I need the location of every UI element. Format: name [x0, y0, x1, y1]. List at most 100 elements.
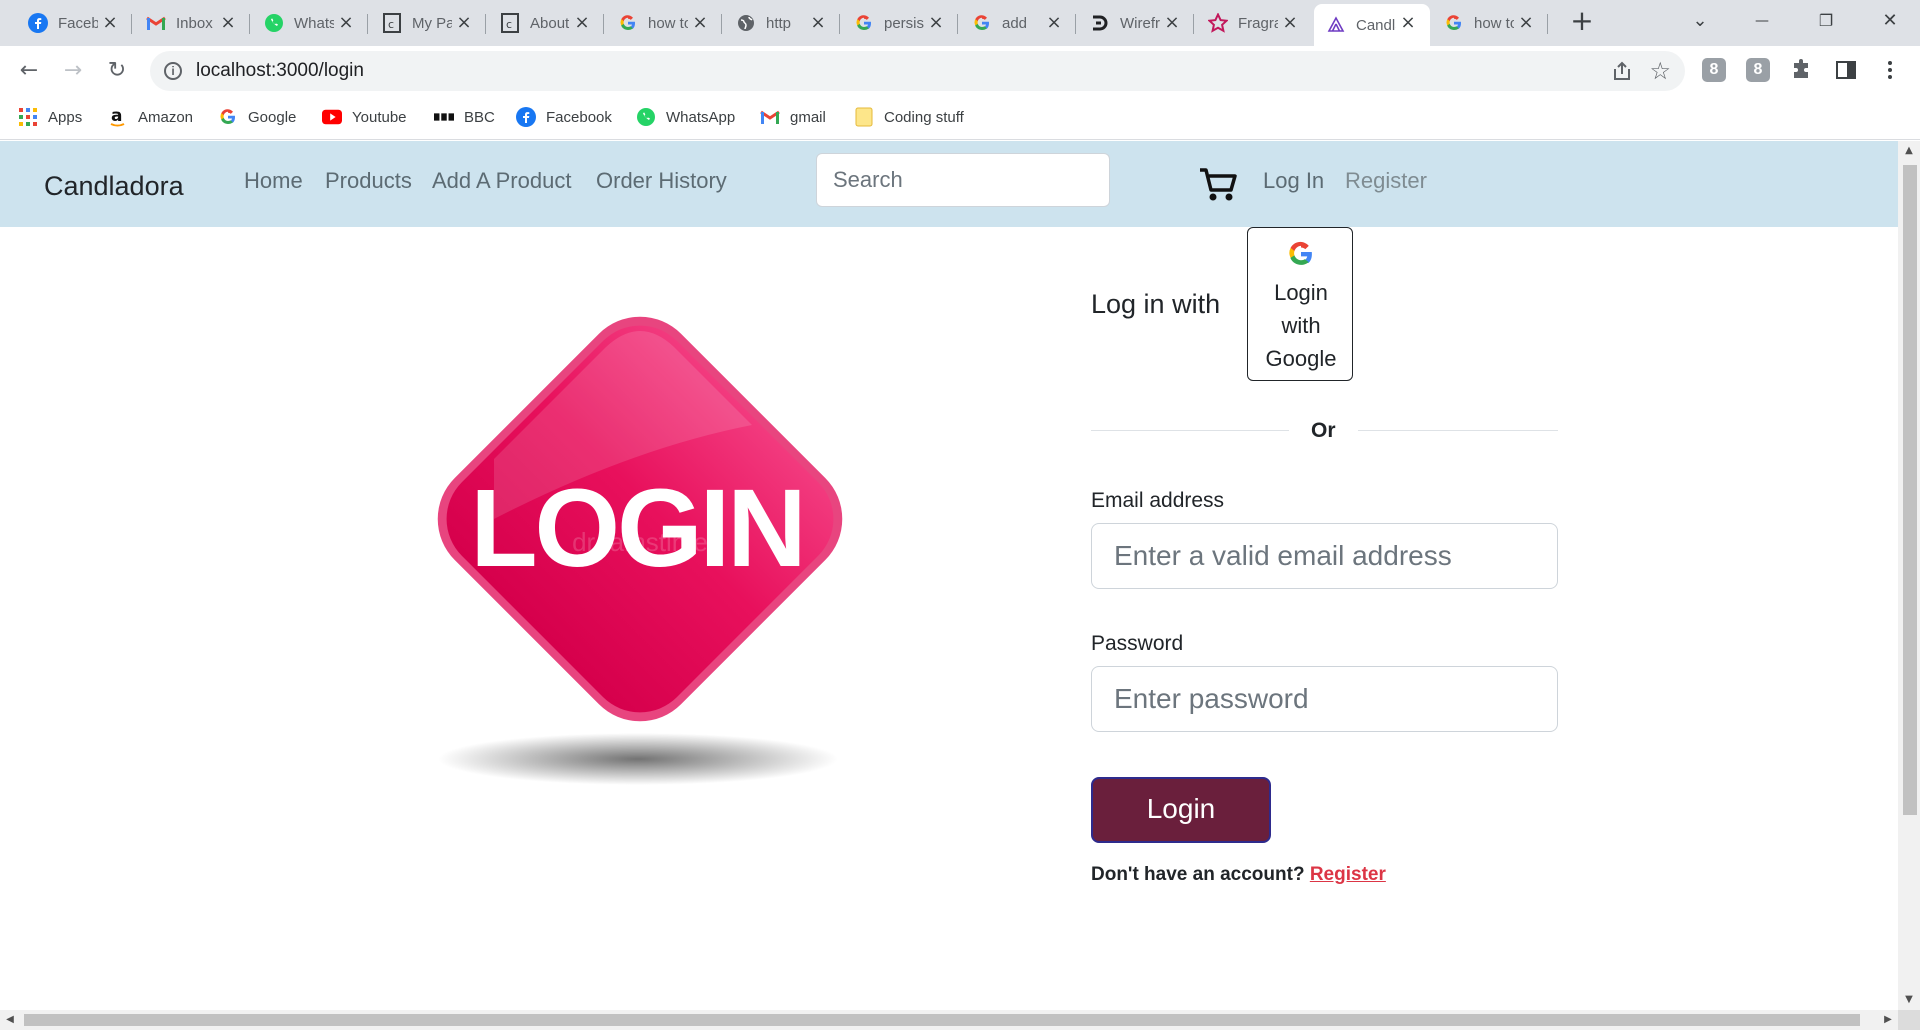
extension-icon[interactable]: 8: [1702, 58, 1726, 82]
bookmark-facebook[interactable]: Facebook: [516, 104, 612, 130]
restore-button[interactable]: ❐: [1806, 6, 1846, 36]
tab-how-to-2[interactable]: how to ×: [1432, 4, 1548, 42]
bookmark-label: Facebook: [546, 108, 612, 126]
amazon-icon: a: [108, 107, 128, 127]
scroll-down-arrow-icon[interactable]: ▼: [1898, 990, 1920, 1010]
close-icon[interactable]: ×: [1044, 13, 1064, 33]
or-divider-text: Or: [1311, 419, 1336, 442]
vertical-scrollbar[interactable]: ▲ ▼: [1898, 141, 1920, 1010]
close-icon[interactable]: ×: [1398, 13, 1418, 33]
bookmark-gmail[interactable]: gmail: [760, 104, 826, 130]
password-label: Password: [1091, 632, 1184, 655]
new-tab-button[interactable]: +: [1568, 7, 1596, 36]
register-prompt: Don't have an account? Register: [1091, 864, 1386, 886]
minimize-button[interactable]: —: [1742, 6, 1782, 36]
tab-fragrance[interactable]: Fragrance ×: [1196, 4, 1312, 42]
info-icon[interactable]: i: [164, 62, 182, 80]
tab-add[interactable]: add ×: [960, 4, 1076, 42]
apps-grid-icon: [18, 107, 38, 127]
tab-persist[interactable]: persist ×: [842, 4, 958, 42]
horizontal-scroll-thumb[interactable]: [24, 1014, 1860, 1026]
address-bar[interactable]: i localhost:3000/login ☆: [150, 51, 1685, 91]
bookmark-label: WhatsApp: [666, 108, 736, 126]
close-icon[interactable]: ×: [454, 13, 474, 33]
bookmark-coding-stuff[interactable]: Coding stuff: [854, 104, 964, 130]
bookmark-youtube[interactable]: Youtube: [322, 104, 407, 130]
share-icon[interactable]: [1611, 60, 1633, 82]
tab-title: how to: [1474, 14, 1514, 32]
vertical-scroll-thumb[interactable]: [1903, 165, 1917, 815]
close-icon[interactable]: ×: [1162, 13, 1182, 33]
close-icon[interactable]: ×: [100, 13, 120, 33]
close-icon[interactable]: ×: [572, 13, 592, 33]
tab-inbox[interactable]: Inbox ×: [134, 4, 250, 42]
bookmark-bbc[interactable]: BBC: [434, 104, 495, 130]
tab-about[interactable]: c About ×: [488, 4, 604, 42]
bbc-icon: [434, 107, 454, 127]
register-link[interactable]: Register: [1310, 864, 1386, 885]
login-submit-button[interactable]: Login: [1091, 777, 1271, 843]
search-input[interactable]: [817, 154, 1109, 206]
bookmark-amazon[interactable]: a Amazon: [108, 104, 193, 130]
search-field[interactable]: [816, 153, 1110, 207]
close-icon[interactable]: ×: [218, 13, 238, 33]
horizontal-scrollbar[interactable]: ◀ ▶: [0, 1010, 1898, 1030]
scroll-left-arrow-icon[interactable]: ◀: [0, 1010, 20, 1030]
nav-link-products[interactable]: Products: [325, 168, 412, 194]
close-icon[interactable]: ×: [808, 13, 828, 33]
scroll-right-arrow-icon[interactable]: ▶: [1878, 1010, 1898, 1030]
tab-wireframe[interactable]: Wireframe ×: [1078, 4, 1194, 42]
tab-search-button[interactable]: ⌄: [1680, 6, 1720, 36]
tab-title: Facebook: [58, 14, 98, 32]
close-icon[interactable]: ×: [336, 13, 356, 33]
nav-link-login[interactable]: Log In: [1263, 168, 1324, 194]
email-input[interactable]: [1092, 524, 1557, 588]
facebook-icon: [28, 13, 48, 33]
reload-button[interactable]: ↻: [102, 56, 132, 86]
google-login-label: Login with Google: [1248, 276, 1354, 375]
tab-separator: [1075, 14, 1076, 34]
extensions-puzzle-icon[interactable]: [1790, 58, 1814, 82]
menu-kebab-icon[interactable]: [1878, 58, 1902, 82]
tab-title: Inbox: [176, 14, 213, 32]
forward-button[interactable]: →: [58, 56, 88, 86]
close-icon[interactable]: ×: [1280, 13, 1300, 33]
nav-link-register[interactable]: Register: [1345, 168, 1427, 194]
extension-icon[interactable]: 8: [1746, 58, 1770, 82]
google-icon: [618, 13, 638, 33]
url-text[interactable]: localhost:3000/login: [196, 60, 364, 82]
google-login-button[interactable]: Login with Google: [1247, 227, 1353, 381]
close-icon[interactable]: ×: [1516, 13, 1536, 33]
tab-title: Fragrance: [1238, 14, 1278, 32]
cart-icon[interactable]: [1198, 165, 1238, 205]
tab-title: My Pages: [412, 14, 452, 32]
bookmark-star-icon[interactable]: ☆: [1649, 57, 1671, 85]
tab-separator: [131, 14, 132, 34]
back-button[interactable]: ←: [14, 56, 44, 86]
tab-candladora[interactable]: Candladora ×: [1314, 4, 1430, 46]
nav-link-add-product[interactable]: Add A Product: [432, 168, 571, 194]
bookmark-apps[interactable]: Apps: [18, 104, 82, 130]
password-field[interactable]: [1091, 666, 1558, 732]
nav-link-home[interactable]: Home: [244, 168, 303, 194]
tab-http[interactable]: http ×: [724, 4, 840, 42]
email-label: Email address: [1091, 489, 1225, 512]
tab-title: how to: [648, 14, 688, 32]
bookmark-google[interactable]: Google: [218, 104, 296, 130]
tab-my-pages[interactable]: c My Pages ×: [370, 4, 486, 42]
bookmark-whatsapp[interactable]: WhatsApp: [636, 104, 735, 130]
side-panel-icon[interactable]: [1834, 58, 1858, 82]
close-window-button[interactable]: ✕: [1870, 6, 1910, 36]
scrollbar-corner: [1898, 1010, 1920, 1030]
brand-logo[interactable]: Candladora: [44, 171, 184, 202]
tab-title: add: [1002, 14, 1028, 32]
password-input[interactable]: [1092, 667, 1557, 731]
tab-how-to[interactable]: how to ×: [606, 4, 722, 42]
email-field[interactable]: [1091, 523, 1558, 589]
tab-whatsapp[interactable]: WhatsApp ×: [252, 4, 368, 42]
close-icon[interactable]: ×: [690, 13, 710, 33]
nav-link-order-history[interactable]: Order History: [596, 168, 727, 194]
close-icon[interactable]: ×: [926, 13, 946, 33]
scroll-up-arrow-icon[interactable]: ▲: [1898, 141, 1920, 161]
tab-facebook[interactable]: Facebook ×: [16, 4, 132, 42]
